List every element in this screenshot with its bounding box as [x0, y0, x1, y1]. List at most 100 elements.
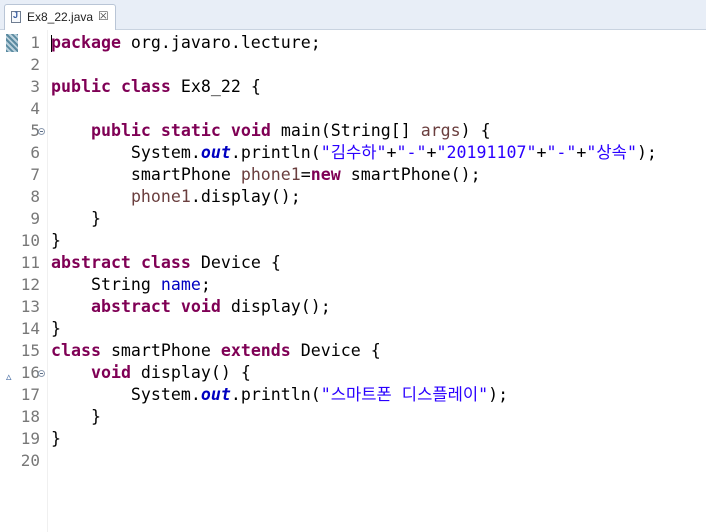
- code-line[interactable]: 5 public static void main(String[] args)…: [0, 120, 706, 142]
- close-icon[interactable]: ☒: [98, 9, 109, 23]
- code-token: public: [90, 121, 151, 140]
- code-token: Device {: [290, 341, 381, 360]
- code-token: }: [51, 429, 61, 448]
- code-text: void display() {: [51, 362, 251, 384]
- code-line[interactable]: 4: [0, 98, 706, 120]
- line-number: 17: [20, 385, 40, 404]
- line-number: 13: [20, 297, 40, 316]
- code-token: static: [160, 121, 221, 140]
- code-line[interactable]: 14}: [0, 318, 706, 340]
- code-token: }: [51, 319, 61, 338]
- code-token: Device {: [190, 253, 281, 272]
- code-token: ) {: [460, 121, 491, 140]
- line-number: 4: [30, 99, 40, 118]
- code-line[interactable]: 17 System.out.println("스마트폰 디스플레이");: [0, 384, 706, 406]
- line-number: 14: [20, 319, 40, 338]
- code-line[interactable]: 20: [0, 450, 706, 472]
- code-line[interactable]: 19}: [0, 428, 706, 450]
- line-number: 7: [30, 165, 40, 184]
- code-text: System.out.println("김수하"+"-"+"20191107"+…: [51, 142, 657, 164]
- code-text: }: [51, 428, 61, 450]
- code-text: public static void main(String[] args) {: [51, 120, 491, 142]
- code-token: smartPhone: [100, 341, 221, 360]
- collapse-fold-icon[interactable]: [38, 128, 45, 135]
- line-number: 5: [30, 121, 40, 140]
- code-token: =: [300, 165, 311, 184]
- code-token: package: [51, 33, 121, 52]
- code-token: System.: [51, 143, 201, 162]
- line-number: 6: [30, 143, 40, 162]
- line-number: 8: [30, 187, 40, 206]
- code-token: "-": [396, 143, 427, 162]
- code-line[interactable]: 18 }: [0, 406, 706, 428]
- code-token: "20191107": [436, 143, 537, 162]
- code-token: );: [636, 143, 657, 162]
- code-text: String name;: [51, 274, 211, 296]
- code-token: new: [310, 165, 341, 184]
- code-token: display();: [220, 297, 331, 316]
- code-token: ;: [200, 275, 211, 294]
- line-number: 9: [30, 209, 40, 228]
- code-line[interactable]: 1 package org.javaro.lecture;: [0, 32, 706, 54]
- code-token: "상속": [586, 143, 637, 162]
- code-token: display() {: [130, 363, 251, 382]
- code-token: }: [51, 209, 101, 228]
- code-line[interactable]: 11 abstract class Device {: [0, 252, 706, 274]
- text-caret: [51, 35, 52, 52]
- code-line[interactable]: 8 phone1.display();: [0, 186, 706, 208]
- code-token: extends: [220, 341, 291, 360]
- code-line[interactable]: 13 abstract void display();: [0, 296, 706, 318]
- code-token: smartPhone: [51, 165, 241, 184]
- code-token: "스마트폰 디스플레이": [320, 385, 489, 404]
- code-line[interactable]: 9 }: [0, 208, 706, 230]
- collapse-fold-icon[interactable]: [38, 370, 45, 377]
- tab-ex8-22-java[interactable]: Ex8_22.java ☒: [4, 4, 116, 30]
- code-text: smartPhone phone1=new smartPhone();: [51, 164, 481, 186]
- code-text: }: [51, 318, 61, 340]
- code-line[interactable]: 15 class smartPhone extends Device {: [0, 340, 706, 362]
- code-token: args: [420, 121, 461, 140]
- code-token: smartPhone();: [340, 165, 481, 184]
- java-file-icon: [11, 10, 21, 23]
- code-line[interactable]: 2: [0, 54, 706, 76]
- code-token: public: [51, 77, 111, 96]
- code-token: name: [160, 275, 201, 294]
- code-text: package org.javaro.lecture;: [51, 32, 321, 54]
- line-number: 2: [30, 55, 40, 74]
- code-line[interactable]: 7 smartPhone phone1=new smartPhone();: [0, 164, 706, 186]
- line-number: 1: [30, 33, 40, 52]
- code-token: out: [200, 143, 231, 162]
- line-number: 11: [20, 253, 40, 272]
- code-text: }: [51, 230, 61, 252]
- code-line[interactable]: 6 System.out.println("김수하"+"-"+"20191107…: [0, 142, 706, 164]
- code-token: phone1: [240, 165, 301, 184]
- line-number: 19: [20, 429, 40, 448]
- code-token: class: [120, 77, 171, 96]
- code-token: void: [90, 363, 131, 382]
- code-token: String: [51, 275, 161, 294]
- code-token: out: [200, 385, 231, 404]
- code-line[interactable]: 16 ▵ void display() {: [0, 362, 706, 384]
- code-token: class: [140, 253, 191, 272]
- code-line[interactable]: 12 String name;: [0, 274, 706, 296]
- code-text: abstract class Device {: [51, 252, 281, 274]
- tab-label: Ex8_22.java: [27, 10, 94, 24]
- code-token: );: [488, 385, 509, 404]
- line-number: 18: [20, 407, 40, 426]
- code-token: main(String[]: [270, 121, 421, 140]
- code-line[interactable]: 3 public class Ex8_22 {: [0, 76, 706, 98]
- code-token: }: [51, 231, 61, 250]
- code-token: void: [180, 297, 221, 316]
- code-token: .println(: [230, 385, 321, 404]
- line-number: 10: [20, 231, 40, 250]
- code-editor[interactable]: 1 package org.javaro.lecture; 2 3 public cla…: [0, 30, 706, 532]
- code-token: +: [426, 143, 437, 162]
- code-token: +: [536, 143, 547, 162]
- code-token: "김수하": [320, 143, 387, 162]
- code-line[interactable]: 10}: [0, 230, 706, 252]
